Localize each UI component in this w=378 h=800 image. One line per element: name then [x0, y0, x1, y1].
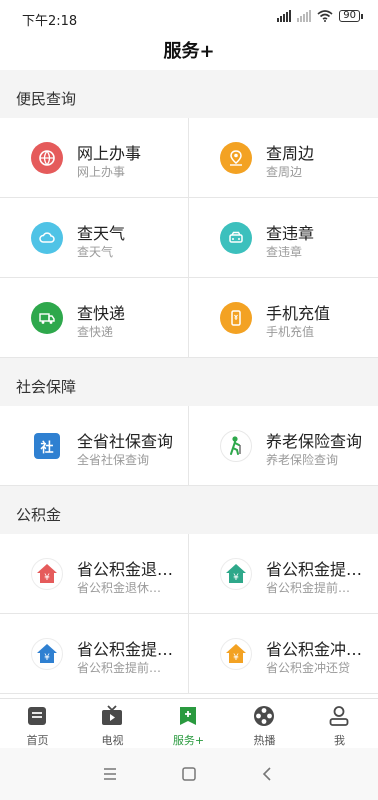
tab-home[interactable]: 首页	[0, 699, 75, 749]
section-header-housing-fund: 公积金	[0, 490, 378, 536]
convenience-grid: 网上办事 网上办事 查周边 查周边 查天气 查天气 查违章 查违章 查快递 查快…	[0, 118, 378, 358]
grid-item-title: 查天气	[77, 224, 126, 243]
grid-item-subtitle: 查周边	[266, 165, 303, 179]
grid-item-title: 全省社保查询	[77, 432, 174, 451]
car-icon	[220, 222, 252, 254]
house-yuan-icon: ¥	[31, 638, 63, 670]
grid-item-title: 手机充值	[266, 304, 331, 323]
grid-item-subtitle: 查违章	[266, 245, 303, 259]
tv-icon	[102, 705, 122, 725]
grid-item-title: 省公积金退…	[77, 560, 174, 579]
tab-me[interactable]: 我	[302, 699, 377, 749]
grid-item-pension-query[interactable]: 养老保险查询 养老保险查询	[189, 406, 378, 486]
grid-item-subtitle: 省公积金提前…	[77, 661, 162, 675]
svg-text:¥: ¥	[233, 653, 239, 663]
grid-item-online-affairs[interactable]: 网上办事 网上办事	[0, 118, 189, 198]
svg-text:¥: ¥	[44, 653, 50, 663]
house-yuan-icon: ¥	[31, 558, 63, 590]
wifi-icon	[317, 10, 333, 22]
grid-item-violations[interactable]: 查违章 查违章	[189, 198, 378, 278]
film-reel-icon	[254, 706, 274, 726]
grid-item-subtitle: 手机充值	[266, 325, 315, 339]
elderly-icon	[220, 430, 252, 462]
grid-item-subtitle: 查天气	[77, 245, 114, 259]
grid-item-title: 省公积金提…	[266, 560, 363, 579]
grid-item-subtitle: 查快递	[77, 325, 114, 339]
grid-item-subtitle: 网上办事	[77, 165, 126, 179]
grid-item-nearby[interactable]: 查周边 查周边	[189, 118, 378, 198]
grid-item-title: 养老保险查询	[266, 432, 363, 451]
grid-item-fund-retirement[interactable]: ¥ 省公积金退… 省公积金退休…	[0, 534, 189, 614]
battery-icon: 90	[339, 10, 363, 22]
title-bar: 服务+	[0, 34, 378, 70]
grid-item-fund-withdraw[interactable]: ¥ 省公积金提… 省公积金提前…	[189, 534, 378, 614]
section-header-convenience: 便民查询	[0, 74, 378, 120]
grid-item-title: 省公积金提…	[77, 640, 174, 659]
house-yuan-icon: ¥	[220, 558, 252, 590]
globe-icon	[31, 142, 63, 174]
profile-icon	[329, 706, 349, 726]
grid-item-subtitle: 省公积金提前…	[266, 581, 351, 595]
svg-text:¥: ¥	[44, 573, 50, 583]
status-icons: 90	[277, 10, 363, 22]
status-time: 下午2:18	[22, 14, 78, 29]
back-icon[interactable]	[258, 764, 278, 784]
signal-secondary-icon	[297, 10, 312, 22]
housing-fund-grid: ¥ 省公积金退… 省公积金退休… ¥ 省公积金提… 省公积金提前… ¥ 省公积金…	[0, 534, 378, 698]
section-title: 社会保障	[16, 378, 77, 396]
location-icon	[220, 142, 252, 174]
bottom-tab-bar: 首页 电视 服务+ 热播 我	[0, 698, 378, 748]
tab-tv[interactable]: 电视	[75, 699, 150, 749]
menu-icon[interactable]	[100, 764, 120, 784]
status-bar: 下午2:18 90	[0, 0, 378, 34]
truck-icon	[31, 302, 63, 334]
social-security-icon: 社	[34, 433, 60, 459]
tab-label: 电视	[101, 734, 124, 747]
page-title: 服务+	[163, 41, 215, 62]
tab-label: 热播	[253, 734, 276, 747]
grid-item-subtitle: 省公积金退休…	[77, 581, 162, 595]
system-nav-bar	[0, 748, 378, 800]
grid-item-fund-withdraw-early[interactable]: ¥ 省公积金提… 省公积金提前…	[0, 614, 189, 694]
grid-item-subtitle: 养老保险查询	[266, 453, 339, 467]
grid-item-fund-loan-repay[interactable]: ¥ 省公积金冲… 省公积金冲还贷	[189, 614, 378, 694]
tab-label: 我	[334, 734, 345, 747]
grid-item-title: 查快递	[77, 304, 126, 323]
grid-item-social-security-query[interactable]: 社 全省社保查询 全省社保查询	[0, 406, 189, 486]
section-header-social-security: 社会保障	[0, 362, 378, 408]
house-yuan-icon: ¥	[220, 638, 252, 670]
grid-item-subtitle: 省公积金冲还贷	[266, 661, 351, 675]
home-square-icon[interactable]	[179, 764, 199, 784]
section-title: 公积金	[16, 506, 62, 524]
cloud-icon	[31, 222, 63, 254]
grid-item-title: 查周边	[266, 144, 315, 163]
grid-item-weather[interactable]: 查天气 查天气	[0, 198, 189, 278]
signal-icon	[277, 10, 292, 22]
grid-item-title: 省公积金冲…	[266, 640, 363, 659]
service-icon	[180, 707, 196, 725]
social-security-grid: 社 全省社保查询 全省社保查询 养老保险查询 养老保险查询	[0, 406, 378, 486]
svg-text:¥: ¥	[233, 573, 239, 583]
phone-icon	[220, 302, 252, 334]
grid-item-subtitle: 全省社保查询	[77, 453, 150, 467]
grid-item-phone-recharge[interactable]: 手机充值 手机充值	[189, 278, 378, 358]
grid-item-title: 查违章	[266, 224, 315, 243]
home-icon	[28, 707, 46, 725]
section-title: 便民查询	[16, 90, 77, 108]
grid-item-title: 网上办事	[77, 144, 142, 163]
tab-service[interactable]: 服务+	[151, 699, 226, 749]
tab-hot[interactable]: 热播	[227, 699, 302, 749]
tab-label: 首页	[26, 734, 49, 747]
grid-item-express[interactable]: 查快递 查快递	[0, 278, 189, 358]
tab-label: 服务+	[172, 734, 205, 747]
